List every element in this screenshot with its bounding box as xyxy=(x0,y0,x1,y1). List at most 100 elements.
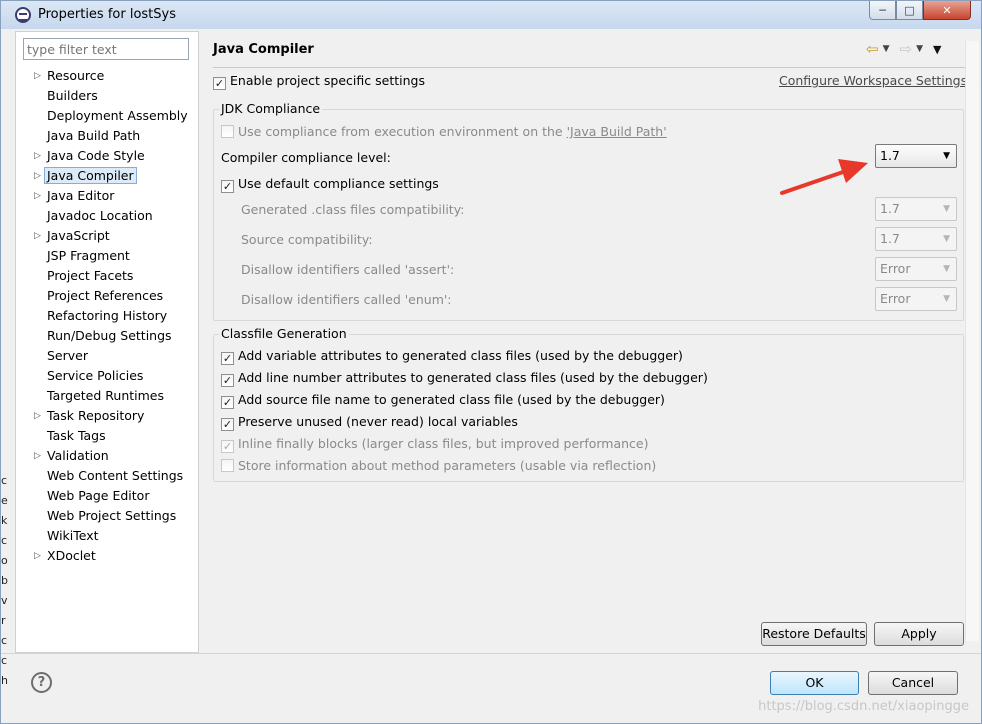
back-dropdown-icon[interactable]: ▼ xyxy=(883,44,890,54)
tree-item-label: Service Policies xyxy=(47,368,144,383)
eclipse-icon xyxy=(15,7,31,23)
classfile-option-checkbox[interactable]: ✓ xyxy=(221,440,234,453)
classfile-group-label: Classfile Generation xyxy=(219,326,349,341)
chevron-down-icon: ▼ xyxy=(943,234,950,244)
tree-item[interactable]: Deployment Assembly xyxy=(16,106,198,126)
enum-select[interactable]: Error ▼ xyxy=(875,287,957,311)
tree-item[interactable]: Javadoc Location xyxy=(16,206,198,226)
compliance-level-select[interactable]: 1.7 ▼ xyxy=(875,144,957,168)
expand-arrow-icon[interactable]: ▷ xyxy=(34,146,41,166)
classfile-option-checkbox[interactable]: ✓ xyxy=(221,374,234,387)
tree-item[interactable]: Web Page Editor xyxy=(16,486,198,506)
expand-arrow-icon[interactable]: ▷ xyxy=(34,186,41,206)
use-default-checkbox[interactable]: ✓ xyxy=(221,180,234,193)
tree-item-label: Validation xyxy=(47,448,109,463)
tree-item[interactable]: Refactoring History xyxy=(16,306,198,326)
tree-item[interactable]: JSP Fragment xyxy=(16,246,198,266)
use-default-row[interactable]: ✓ Use default compliance settings xyxy=(221,176,439,193)
assert-select[interactable]: Error ▼ xyxy=(875,257,957,281)
tree-item[interactable]: ▷ Java Compiler xyxy=(16,166,198,186)
restore-defaults-button[interactable]: Restore Defaults xyxy=(761,622,867,646)
jdk-compliance-label: JDK Compliance xyxy=(219,101,323,116)
generated-compat-value: 1.7 xyxy=(880,201,900,216)
maximize-button[interactable]: □ xyxy=(896,1,923,20)
properties-dialog: Properties for lostSys ─ □ ✕ cekcobvrcch… xyxy=(0,0,982,724)
generated-compat-select[interactable]: 1.7 ▼ xyxy=(875,197,957,221)
chevron-down-icon: ▼ xyxy=(943,204,950,214)
classfile-option-checkbox[interactable] xyxy=(221,459,234,472)
tree-item[interactable]: Targeted Runtimes xyxy=(16,386,198,406)
close-button[interactable]: ✕ xyxy=(923,1,971,20)
classfile-option-row[interactable]: ✓ Add line number attributes to generated… xyxy=(221,370,708,387)
annotation-arrow xyxy=(780,159,868,195)
classfile-option-label: Inline finally blocks (larger class file… xyxy=(238,436,649,451)
preference-tree: ▷ Resource Builders Deployment Assembly Java… xyxy=(16,66,198,566)
use-env-row: Use compliance from execution environmen… xyxy=(221,124,667,139)
tree-item[interactable]: ▷ Java Editor xyxy=(16,186,198,206)
classfile-option-checkbox[interactable]: ✓ xyxy=(221,352,234,365)
expand-arrow-icon[interactable]: ▷ xyxy=(34,546,41,566)
source-compat-select[interactable]: 1.7 ▼ xyxy=(875,227,957,251)
tree-item[interactable]: ▷ Validation xyxy=(16,446,198,466)
tree-item[interactable]: ▷ Java Code Style xyxy=(16,146,198,166)
tree-item[interactable]: ▷ XDoclet xyxy=(16,546,198,566)
tree-item[interactable]: Project Facets xyxy=(16,266,198,286)
expand-arrow-icon[interactable]: ▷ xyxy=(34,166,41,186)
tree-item[interactable]: Java Build Path xyxy=(16,126,198,146)
filter-input[interactable] xyxy=(23,38,189,60)
tree-item[interactable]: ▷ JavaScript xyxy=(16,226,198,246)
tree-item[interactable]: WikiText xyxy=(16,526,198,546)
use-env-checkbox[interactable] xyxy=(221,125,234,138)
tree-item[interactable]: Web Project Settings xyxy=(16,506,198,526)
title-divider xyxy=(213,67,967,68)
expand-arrow-icon[interactable]: ▷ xyxy=(34,446,41,466)
forward-arrow-icon[interactable]: ⇨ xyxy=(900,40,913,58)
ok-button[interactable]: OK xyxy=(770,671,859,695)
tree-item[interactable]: Web Content Settings xyxy=(16,466,198,486)
tree-item-label: WikiText xyxy=(47,528,99,543)
configure-workspace-link[interactable]: Configure Workspace Settings... xyxy=(779,73,979,88)
java-build-path-link[interactable]: 'Java Build Path' xyxy=(567,124,667,139)
expand-arrow-icon[interactable]: ▷ xyxy=(34,406,41,426)
help-icon[interactable]: ? xyxy=(31,672,52,693)
view-menu-icon[interactable]: ▼ xyxy=(933,43,941,56)
watermark: https://blog.csdn.net/xiaopingge xyxy=(758,699,969,714)
enable-specific-checkbox[interactable]: ✓ xyxy=(213,77,226,90)
back-arrow-icon[interactable]: ⇦ xyxy=(866,40,879,58)
classfile-option-row[interactable]: Store information about method parameter… xyxy=(221,458,656,473)
cancel-button[interactable]: Cancel xyxy=(868,671,958,695)
classfile-option-row[interactable]: ✓ Preserve unused (never read) local vari… xyxy=(221,414,518,431)
tree-item[interactable]: Task Tags xyxy=(16,426,198,446)
tree-item[interactable]: Server xyxy=(16,346,198,366)
expand-arrow-icon[interactable]: ▷ xyxy=(34,66,41,86)
classfile-option-checkbox[interactable]: ✓ xyxy=(221,418,234,431)
classfile-option-row[interactable]: ✓ Inline finally blocks (larger class fil… xyxy=(221,436,649,453)
tree-item[interactable]: ▷ Task Repository xyxy=(16,406,198,426)
chevron-down-icon: ▼ xyxy=(943,264,950,274)
enable-specific-row[interactable]: ✓ Enable project specific settings xyxy=(213,73,425,90)
tree-item[interactable]: Project References xyxy=(16,286,198,306)
tree-item[interactable]: ▷ Resource xyxy=(16,66,198,86)
preference-tree-panel: ▷ Resource Builders Deployment Assembly Java… xyxy=(15,31,199,653)
tree-item-label: XDoclet xyxy=(47,548,96,563)
tree-item[interactable]: Run/Debug Settings xyxy=(16,326,198,346)
enum-label: Disallow identifiers called 'enum': xyxy=(241,292,452,307)
expand-arrow-icon[interactable]: ▷ xyxy=(34,226,41,246)
background-scrollbar xyxy=(965,41,979,641)
tree-item[interactable]: Builders xyxy=(16,86,198,106)
page-navigation: ⇦ ▼ ⇨ ▼ ▼ xyxy=(866,40,947,58)
apply-button[interactable]: Apply xyxy=(874,622,964,646)
classfile-option-label: Add variable attributes to generated cla… xyxy=(238,348,683,363)
classfile-option-checkbox[interactable]: ✓ xyxy=(221,396,234,409)
tree-item-label: Targeted Runtimes xyxy=(47,388,164,403)
tree-item-label: Web Content Settings xyxy=(47,468,184,483)
tree-item-label: Builders xyxy=(47,88,98,103)
tree-item-label: Java Compiler xyxy=(44,167,137,184)
tree-item-label: Resource xyxy=(47,68,105,83)
classfile-option-row[interactable]: ✓ Add variable attributes to generated cl… xyxy=(221,348,683,365)
forward-dropdown-icon[interactable]: ▼ xyxy=(916,44,923,54)
classfile-option-row[interactable]: ✓ Add source file name to generated class… xyxy=(221,392,665,409)
tree-item[interactable]: Service Policies xyxy=(16,366,198,386)
page-title: Java Compiler xyxy=(213,42,314,57)
minimize-button[interactable]: ─ xyxy=(869,1,896,20)
